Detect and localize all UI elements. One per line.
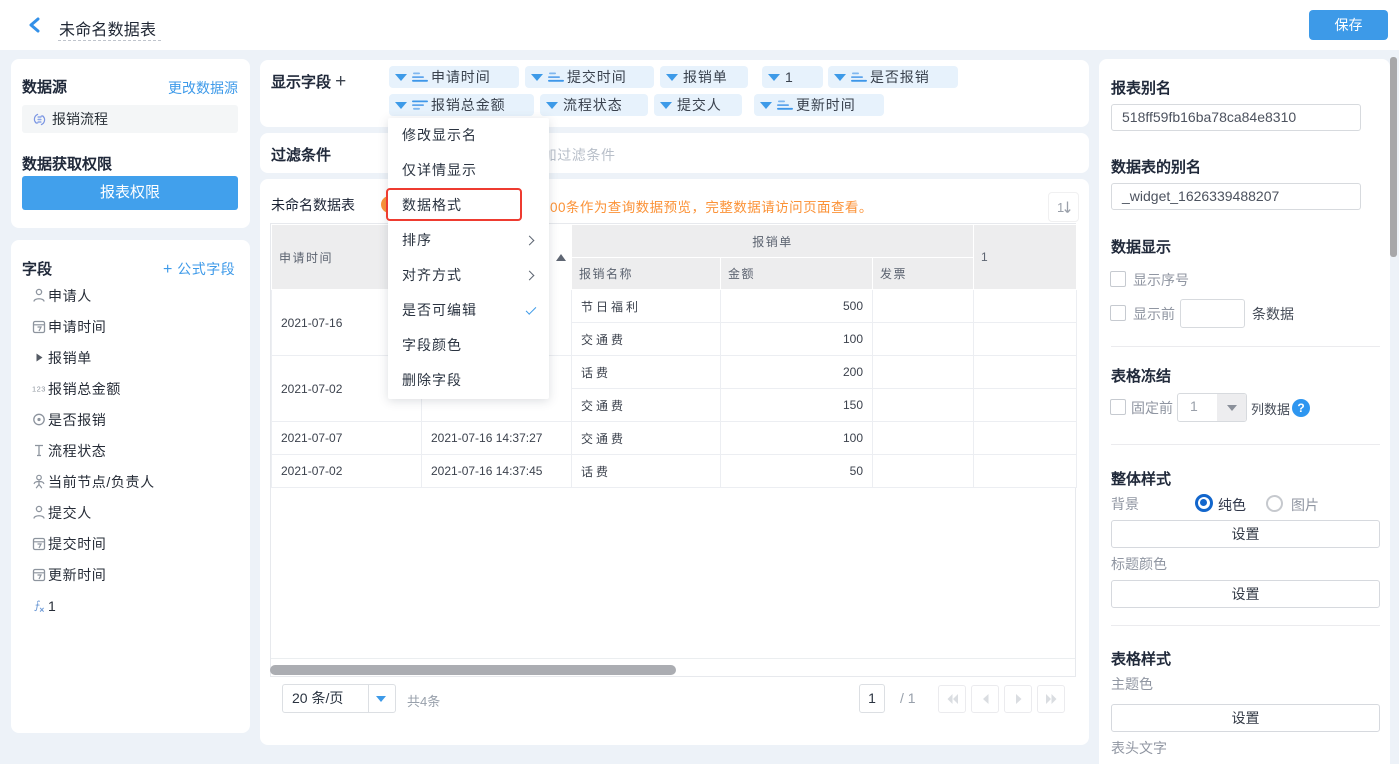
svg-text:1: 1: [1057, 200, 1064, 215]
svg-text:123: 123: [32, 385, 46, 394]
